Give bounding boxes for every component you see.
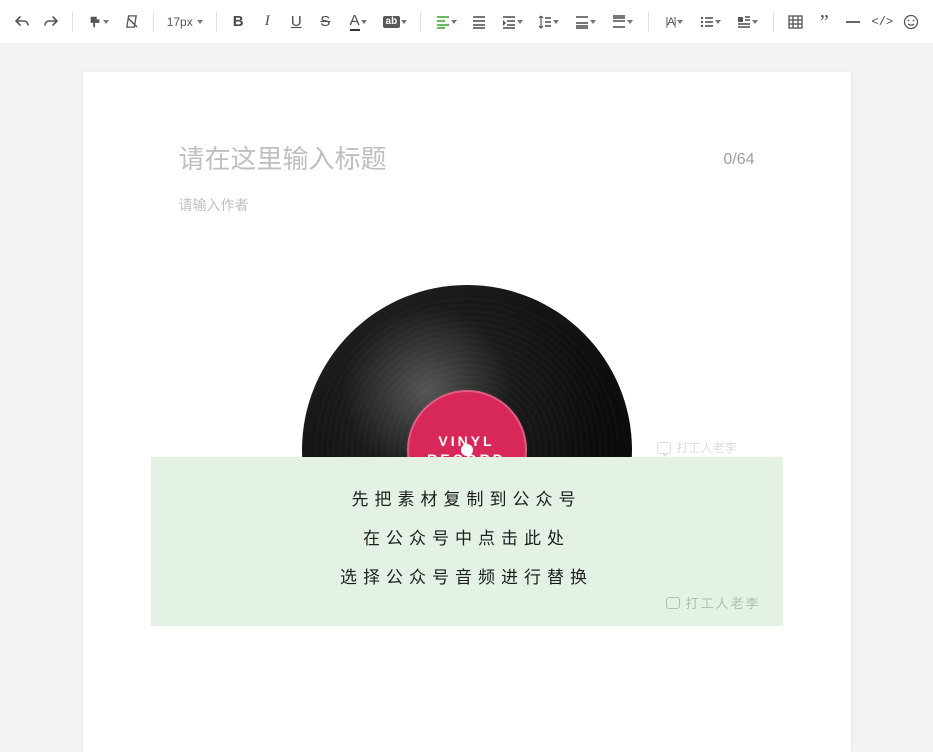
letter-spacing-button[interactable]: |A|	[659, 10, 690, 34]
wechat-icon	[657, 442, 671, 454]
toolbar-separator	[773, 12, 774, 32]
float-button[interactable]	[732, 10, 763, 34]
editor-page: 0/64 VINYL RECORD 打工人老李 先把素材复制到公众号 在公众号中…	[83, 72, 851, 752]
indent-button[interactable]	[497, 10, 528, 34]
emoji-button[interactable]	[900, 10, 923, 34]
paint-format-button[interactable]	[83, 10, 114, 34]
highlight-color-button[interactable]: ab	[380, 10, 411, 34]
instruction-line: 选择公众号音频进行替换	[340, 563, 593, 588]
clear-format-button[interactable]	[120, 10, 143, 34]
list-button[interactable]	[695, 10, 726, 34]
image-watermark: 打工人老李	[657, 439, 736, 456]
code-button[interactable]: </>	[871, 10, 894, 34]
author-input[interactable]	[179, 197, 755, 213]
title-char-count: 0/64	[711, 151, 754, 169]
wechat-icon	[666, 597, 680, 609]
vinyl-label-line1: VINYL	[438, 432, 494, 450]
instruction-line: 先把素材复制到公众号	[352, 485, 582, 510]
toolbar-separator	[153, 12, 154, 32]
content-area[interactable]: VINYL RECORD 打工人老李 先把素材复制到公众号 在公众号中点击此处 …	[179, 285, 755, 715]
bold-button[interactable]: B	[227, 10, 250, 34]
underline-button[interactable]: U	[285, 10, 308, 34]
italic-button[interactable]: I	[256, 10, 279, 34]
quote-button[interactable]: ”	[813, 10, 836, 34]
toolbar-separator	[72, 12, 73, 32]
instruction-panel[interactable]: 先把素材复制到公众号 在公众号中点击此处 选择公众号音频进行替换 打工人老李	[151, 457, 783, 626]
table-button[interactable]	[784, 10, 807, 34]
title-input[interactable]	[179, 144, 712, 175]
panel-watermark: 打工人老李	[666, 593, 760, 612]
align-justify-button[interactable]	[468, 10, 491, 34]
toolbar-separator	[216, 12, 217, 32]
font-size-selector[interactable]: 17px	[164, 15, 206, 29]
spacing-after-button[interactable]	[607, 10, 638, 34]
text-color-button[interactable]: A	[343, 10, 374, 34]
undo-button[interactable]	[10, 10, 33, 34]
editor-toolbar: 17px B I U S A ab |A|	[0, 0, 933, 44]
toolbar-separator	[420, 12, 421, 32]
instruction-line: 在公众号中点击此处	[363, 524, 570, 549]
align-left-button[interactable]	[431, 10, 462, 34]
horizontal-rule-button[interactable]	[842, 10, 865, 34]
strikethrough-button[interactable]: S	[314, 10, 337, 34]
toolbar-separator	[648, 12, 649, 32]
redo-button[interactable]	[39, 10, 62, 34]
spacing-before-button[interactable]	[570, 10, 601, 34]
line-height-button[interactable]	[534, 10, 565, 34]
